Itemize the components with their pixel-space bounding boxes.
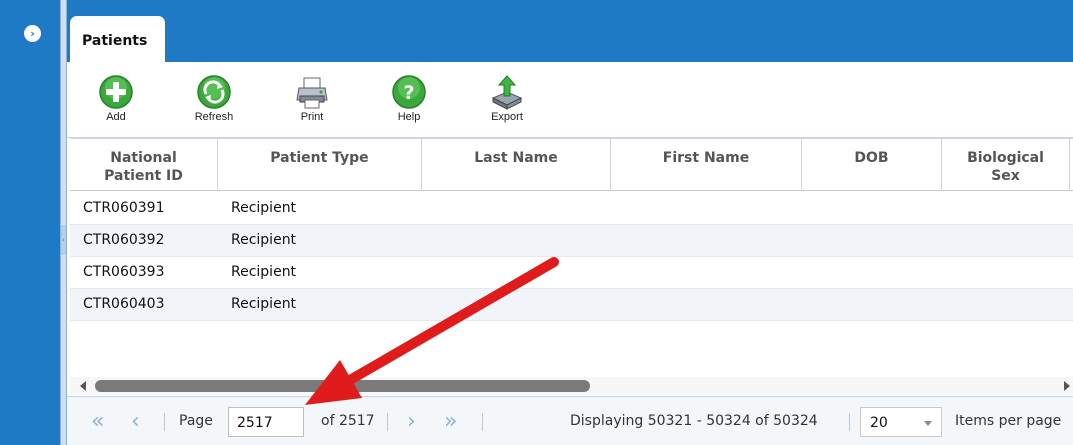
left-rail: ›	[0, 0, 60, 445]
export-icon	[491, 75, 523, 110]
last-page-icon[interactable]: »	[444, 397, 457, 445]
pager-separator	[387, 413, 388, 431]
pager-separator	[482, 413, 483, 431]
displaying-status: Displaying 50321 - 50324 of 50324	[570, 413, 818, 429]
help-label: Help	[397, 111, 421, 123]
add-icon	[99, 75, 133, 109]
column-header-line: Patient ID	[104, 168, 183, 184]
column-header-line: First Name	[662, 150, 750, 166]
svg-text:?: ?	[403, 82, 414, 104]
table-row[interactable]: CTR060403 Recipient	[70, 289, 1073, 321]
cell-patient-type: Recipient	[231, 200, 297, 216]
scroll-left-icon[interactable]	[80, 381, 86, 391]
table-row[interactable]: CTR060391 Recipient	[70, 193, 1073, 225]
column-header-patient-type[interactable]: Patient Type	[218, 139, 422, 191]
cell-patient-id: CTR060392	[83, 232, 165, 248]
chevron-down-icon	[924, 421, 932, 426]
column-header-dob[interactable]: DOB	[802, 139, 942, 191]
items-per-page-label: Items per page	[955, 413, 1062, 429]
previous-page-icon[interactable]: ‹	[131, 397, 140, 445]
cell-patient-type: Recipient	[231, 296, 297, 312]
export-button[interactable]: Export	[477, 74, 537, 123]
page-label: Page	[179, 413, 213, 429]
column-header-line: Last Name	[474, 150, 558, 166]
print-label: Print	[300, 111, 324, 123]
printer-icon	[296, 77, 328, 109]
page-number-input[interactable]: 2517	[228, 407, 304, 437]
table-row[interactable]: CTR060392 Recipient	[70, 225, 1073, 257]
column-header-biological-sex[interactable]: Biological Sex	[942, 139, 1070, 191]
column-header-last-name[interactable]: Last Name	[422, 139, 611, 191]
column-header-first-name[interactable]: First Name	[611, 139, 802, 191]
scrollbar-thumb[interactable]	[95, 380, 590, 392]
help-icon: ?	[392, 75, 426, 109]
expand-panel-icon[interactable]: ›	[24, 25, 41, 42]
export-label: Export	[491, 111, 523, 123]
pager: « ‹ Page 2517 of 2517 › » Displaying 503…	[67, 396, 1073, 445]
help-button[interactable]: ? Help	[379, 74, 439, 123]
column-header-line: DOB	[854, 150, 889, 166]
column-header-line: National	[110, 150, 177, 166]
pager-separator	[164, 413, 165, 431]
tab-patients[interactable]: Patients	[70, 16, 165, 62]
cell-patient-type: Recipient	[231, 232, 297, 248]
cell-patient-id: CTR060403	[83, 296, 165, 312]
first-page-icon[interactable]: «	[91, 397, 104, 445]
page-size-select[interactable]: 20	[860, 407, 942, 437]
splitter-handle-icon[interactable]: ›	[61, 225, 66, 255]
column-header-line: Biological	[967, 150, 1044, 166]
add-label: Add	[106, 111, 126, 123]
refresh-icon	[197, 75, 231, 109]
tab-bar: Patients	[67, 0, 1073, 62]
cell-patient-type: Recipient	[231, 264, 297, 280]
scroll-right-icon[interactable]	[1064, 381, 1070, 391]
next-page-icon[interactable]: ›	[407, 397, 416, 445]
cell-patient-id: CTR060393	[83, 264, 165, 280]
page-count-label: of 2517	[321, 413, 375, 429]
add-button[interactable]: Add	[86, 74, 146, 123]
pager-separator	[849, 413, 850, 431]
column-header-line: Patient Type	[270, 150, 369, 166]
print-button[interactable]: Print	[282, 74, 342, 123]
page-size-value: 20	[870, 415, 888, 431]
toolbar: Add Refresh Print ? Help Export	[67, 62, 1073, 138]
column-header-national-patient-id[interactable]: National Patient ID	[70, 139, 218, 191]
refresh-button[interactable]: Refresh	[184, 74, 244, 123]
column-header-line: Sex	[991, 168, 1020, 184]
grid-header: National Patient ID Patient Type Last Na…	[70, 138, 1073, 191]
table-row[interactable]: CTR060393 Recipient	[70, 257, 1073, 289]
patients-grid: National Patient ID Patient Type Last Na…	[70, 138, 1073, 378]
refresh-label: Refresh	[194, 111, 234, 123]
panel-splitter[interactable]: ›	[60, 0, 67, 445]
horizontal-scrollbar[interactable]	[70, 377, 1073, 395]
cell-patient-id: CTR060391	[83, 200, 165, 216]
